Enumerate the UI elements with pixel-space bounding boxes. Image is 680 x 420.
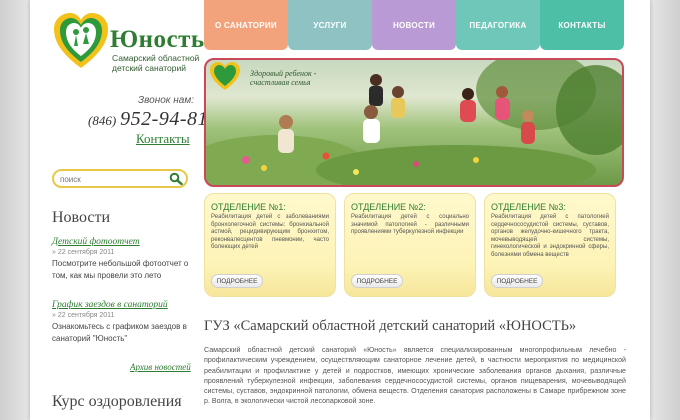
nav-item-pedagogy[interactable]: ПЕДАГОГИКА bbox=[456, 0, 540, 50]
department-title[interactable]: ОТДЕЛЕНИЕ №2: bbox=[351, 202, 426, 212]
background-left bbox=[0, 0, 30, 420]
logo-subtitle: Самарский областной детский санаторий bbox=[112, 53, 199, 73]
department-text: Реабилитация детей с заболеваниями бронх… bbox=[211, 214, 329, 251]
news-date-text: 22 сентября 2011 bbox=[57, 312, 115, 319]
department-title[interactable]: ОТДЕЛЕНИЕ №3: bbox=[491, 202, 566, 212]
heart-logo-icon bbox=[54, 13, 108, 68]
search-box bbox=[52, 169, 188, 188]
logo[interactable]: Юность Самарский областной детский санат… bbox=[52, 10, 205, 73]
department-text: Реабилитация детей с социально значимой … bbox=[351, 214, 469, 236]
nav-item-contacts[interactable]: КОНТАКТЫ bbox=[540, 0, 624, 50]
logo-name: Юность bbox=[110, 26, 205, 53]
background-right bbox=[650, 0, 680, 420]
banner-slogan: Здоровый ребенок - счастливая семья bbox=[250, 69, 316, 87]
news-date-text: 22 сентября 2011 bbox=[57, 249, 115, 256]
banner-slogan-line2: счастливая семья bbox=[250, 78, 311, 87]
department-title[interactable]: ОТДЕЛЕНИЕ №1: bbox=[211, 202, 286, 212]
main-heading: ГУЗ «Самарский областной детский санатор… bbox=[204, 318, 577, 334]
news-item-text: Ознакомьтесь с графиком заездов в санато… bbox=[52, 322, 187, 343]
department-card: ОТДЕЛЕНИЕ №2: Реабилитация детей с социа… bbox=[344, 193, 476, 297]
department-text: Реабилитация детей с патологией сердечно… bbox=[491, 214, 609, 258]
department-card: ОТДЕЛЕНИЕ №3: Реабилитация детей с патол… bbox=[484, 193, 616, 297]
main-paragraph: Самарский областной детский санаторий «Ю… bbox=[204, 346, 626, 406]
search-input[interactable] bbox=[60, 173, 160, 185]
news-heading: Новости bbox=[52, 209, 111, 226]
department-more-button[interactable]: ПОДРОБНЕЕ bbox=[491, 274, 543, 288]
nav-item-news[interactable]: НОВОСТИ bbox=[372, 0, 456, 50]
banner-slogan-line1: Здоровый ребенок - bbox=[250, 69, 317, 78]
nav-item-about[interactable]: О САНАТОРИИ bbox=[204, 0, 288, 50]
phone-code: (846) bbox=[88, 113, 117, 128]
phone-label: Звонок нам: bbox=[138, 95, 194, 106]
news-archive-link[interactable]: Архив новостей bbox=[130, 362, 191, 372]
news-item-text: Посмотрите небольшой фотоотчет о том, ка… bbox=[52, 259, 189, 280]
news-item-date: » 22 сентября 2011 bbox=[52, 249, 115, 256]
phone-digits: 952-94-81 bbox=[120, 108, 208, 130]
contacts-link[interactable]: Контакты bbox=[136, 131, 190, 147]
page: Юность Самарский областной детский санат… bbox=[30, 0, 650, 420]
search-icon[interactable] bbox=[169, 172, 183, 185]
news-item-date: » 22 сентября 2011 bbox=[52, 312, 115, 319]
news-item-title[interactable]: Детский фотоотчет bbox=[52, 237, 140, 247]
department-card: ОТДЕЛЕНИЕ №1: Реабилитация детей с забол… bbox=[204, 193, 336, 297]
news-item-title[interactable]: График заездов в санаторий bbox=[52, 300, 168, 310]
logo-subtitle-line2: детский санаторий bbox=[112, 62, 186, 73]
nav-item-services[interactable]: УСЛУГИ bbox=[288, 0, 372, 50]
course-heading: Курс оздоровления bbox=[52, 393, 182, 410]
department-more-button[interactable]: ПОДРОБНЕЕ bbox=[351, 274, 403, 288]
department-more-button[interactable]: ПОДРОБНЕЕ bbox=[211, 274, 263, 288]
main-nav: О САНАТОРИИ УСЛУГИ НОВОСТИ ПЕДАГОГИКА КО… bbox=[204, 0, 624, 50]
phone-number: (846) 952-94-81 bbox=[88, 108, 208, 131]
banner: Здоровый ребенок - счастливая семья bbox=[204, 58, 624, 187]
